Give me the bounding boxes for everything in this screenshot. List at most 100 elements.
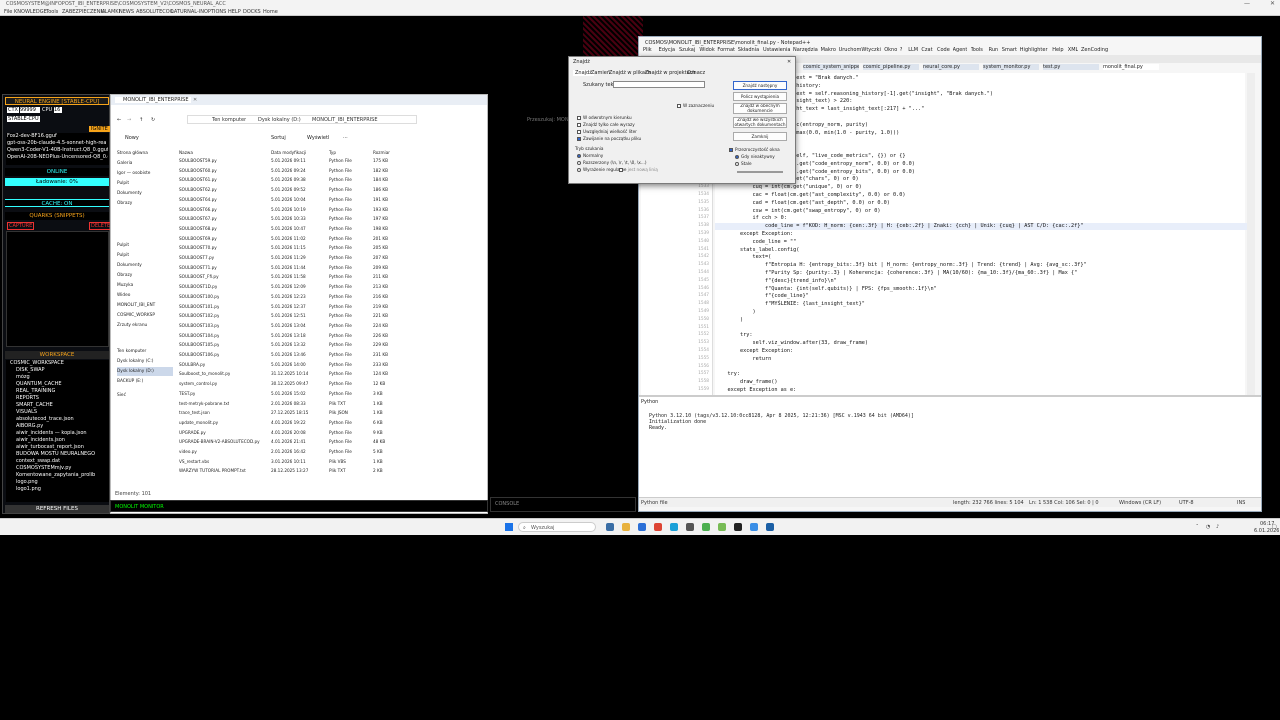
table-row[interactable]: SOULBOOST71.py 5.01.2026 11:44 Python File… [179,264,479,272]
app-icon[interactable] [718,523,726,531]
editor-tab[interactable]: monolit_final.py [1103,64,1159,70]
editor-menu-item[interactable]: Uruchom [839,47,862,53]
tree-item[interactable]: aiwir_incidents.json [16,437,108,443]
option-checkbox[interactable]: Uwzględniaj wielkość liter [577,129,637,135]
table-row[interactable]: SOULBOOST62.py 5.01.2026 09:52 Python File… [179,186,479,194]
table-row[interactable]: SOULBOOST70.py 5.01.2026 11:15 Python File… [179,244,479,252]
explorer-tab[interactable]: MONOLIT_IBI_ENTERPRISE [115,97,191,103]
sort-button[interactable]: Sortuj [271,135,286,141]
folder-icon[interactable] [622,523,630,531]
list-item[interactable]: Fox2-dev-BF16.gguf [7,133,108,139]
table-row[interactable]: SOULBOOST103.py 5.01.2026 13:04 Python Fil… [179,322,479,330]
table-row[interactable]: SOULBOOST1D.py 5.01.2026 12:09 Python File… [179,283,479,291]
close-icon[interactable]: ✕ [1270,1,1275,7]
editor-tab[interactable]: cosmic_pipeline.py [863,64,919,70]
tree-item[interactable]: logo.png [16,479,108,485]
app-icon[interactable] [686,523,694,531]
table-row[interactable]: system_control.py 30.12.2025 09:47 Python … [179,380,479,388]
new-button[interactable]: Nowy [125,135,139,141]
column-header[interactable]: Nazwa [179,149,193,157]
up-icon[interactable]: ↑ [139,117,143,123]
tray-chevron-icon[interactable]: ˄ [1196,524,1199,530]
view-button[interactable]: Wyświetl [307,135,329,141]
workspace-tree[interactable]: COSMIC_WORKSPACE DISK_SWAP mózg QUANTUM_… [6,360,109,502]
table-row[interactable]: SOULBRA.py 5.01.2026 14:00 Python File 233 … [179,361,479,369]
table-row[interactable]: SOULBOOST61.py 5.01.2026 09:38 Python File… [179,176,479,184]
table-row[interactable]: SOULBOOST66.py 5.01.2026 10:19 Python File… [179,206,479,214]
editor-tab[interactable]: test.py [1043,64,1099,70]
tree-item[interactable]: REPORTS [16,395,108,401]
list-item[interactable]: Qwen3-Coder-V1-40B-Instruct.Q8_0.gguf [7,147,108,153]
back-icon[interactable]: ← [117,117,121,123]
taskview-icon[interactable] [606,523,614,531]
editor-menu-item[interactable]: Składnia [738,47,759,53]
menu-item[interactable]: HELP [228,9,241,15]
find-in-current-button[interactable]: Znajdź w obecnym dokumencie [733,103,787,114]
column-header[interactable]: Data modyfikacji [271,149,306,157]
tree-item[interactable]: DISK_SWAP [16,367,108,373]
table-row[interactable]: SOULBOOST106.py 5.01.2026 13:46 Python Fil… [179,351,479,359]
transparency-slider[interactable] [737,171,783,173]
minimize-icon[interactable]: — [1244,1,1250,7]
tree-item[interactable]: AIBORG.py [16,423,108,429]
chrome-icon[interactable] [654,523,662,531]
editor-menu-item[interactable]: Tools [971,47,983,53]
table-row[interactable]: SOULBOOST104.py 5.01.2026 13:18 Python Fil… [179,332,479,340]
tree-item[interactable]: context_swap.dat [16,458,108,464]
tree-item[interactable]: BUDOWA MOSTU NEURALNEGO [16,451,108,457]
delete-button[interactable]: DELETE [89,222,113,230]
refresh-files-button[interactable]: REFRESH FILES [5,505,109,513]
table-row[interactable]: Soulboost_to_monolit.py 31.12.2025 10:14 P… [179,370,479,378]
option-checkbox[interactable]: Zawijanie na początku pliku [577,136,641,142]
app-icon[interactable] [670,523,678,531]
tree-item[interactable]: REAL_TRAINING [16,388,108,394]
menu-item[interactable]: ABSOLUTECOO [136,9,174,15]
table-row[interactable]: video.py 2.01.2026 16:42 Python File 5 KB [179,448,479,456]
editor-menu-item[interactable]: Makro [821,47,836,53]
editor-menu-item[interactable]: ZenCoding [1081,47,1108,53]
editor-menu-item[interactable]: Wtyczki [861,47,881,53]
table-row[interactable]: SOULBOOST59.py 5.01.2026 09:11 Python File… [179,157,479,165]
stable-cpu-toggle[interactable]: STABLE-CPU [7,116,40,122]
table-row[interactable]: SOULBOOST102.py 5.01.2026 12:51 Python Fil… [179,312,479,320]
address-bar[interactable]: Ten komputer Dysk lokalny (D:) MONOLIT_I… [187,115,417,124]
mode-radio[interactable]: Normalny [577,153,603,159]
table-row[interactable]: update_monolit.py 4.01.2026 19:22 Python F… [179,419,479,427]
volume-icon[interactable]: ♪ [1216,524,1219,530]
table-row[interactable]: SOULBOOST69.py 5.01.2026 11:02 Python File… [179,235,479,243]
close-button[interactable]: Zamknij [733,132,787,141]
capture-button[interactable]: CAPTURE [7,222,35,230]
wifi-icon[interactable]: ◔ [1206,524,1210,530]
editor-menu-item[interactable]: Agent [953,47,968,53]
editor-tab[interactable]: system_monitor.py [983,64,1039,70]
notification-icon[interactable]: ▢ [1272,524,1277,530]
editor-menu-item[interactable]: Run [989,47,999,53]
editor-tab[interactable]: neural_core.py [923,64,979,70]
editor-menu-item[interactable]: Smart [1002,47,1017,53]
editor-menu-item[interactable]: Help [1052,47,1063,53]
editor-menu-item[interactable]: Szukaj [679,47,695,53]
count-button[interactable]: Policz wystąpienia [733,92,787,101]
tree-item[interactable]: mózg [16,374,108,380]
tree-item[interactable]: QUANTUM_CACHE [16,381,108,387]
editor-menu-item[interactable]: Czat [921,47,932,53]
editor-menu-item[interactable]: XML [1068,47,1079,53]
table-row[interactable]: SOULBOOST_Ffi.py 5.01.2026 11:58 Python Fi… [179,273,479,281]
list-item[interactable]: gpt-oss-20b-claude-4.5-sonnet-high-rea [7,140,108,146]
close-icon[interactable]: ✕ [787,59,791,65]
ignite-button[interactable]: IGNITE [89,126,110,132]
breadcrumb[interactable]: MONOLIT_IBI_ENTERPRISE [312,117,378,123]
notepad-icon[interactable] [702,523,710,531]
terminal-icon[interactable] [734,523,742,531]
table-row[interactable]: SOULBOOST64.py 5.01.2026 10:04 Python File… [179,196,479,204]
menu-item[interactable]: ULAMKI [101,9,120,15]
column-header[interactable]: Typ [329,149,336,157]
tab-mark[interactable]: Oznacz [687,70,705,76]
transparency-radio[interactable]: Stale [735,161,752,167]
menu-item[interactable]: NEWS [119,9,134,15]
table-row[interactable]: VS_restart.vbs 3.01.2026 10:11 Plik VBS 1 K… [179,458,479,466]
editor-menu-item[interactable]: Ustawienia [763,47,790,53]
table-row[interactable]: trace_test.json 27.12.2025 18:15 Plik JSON… [179,409,479,417]
tab-replace[interactable]: Zamień [591,70,610,76]
menu-item[interactable]: OPTIONS [204,9,226,15]
